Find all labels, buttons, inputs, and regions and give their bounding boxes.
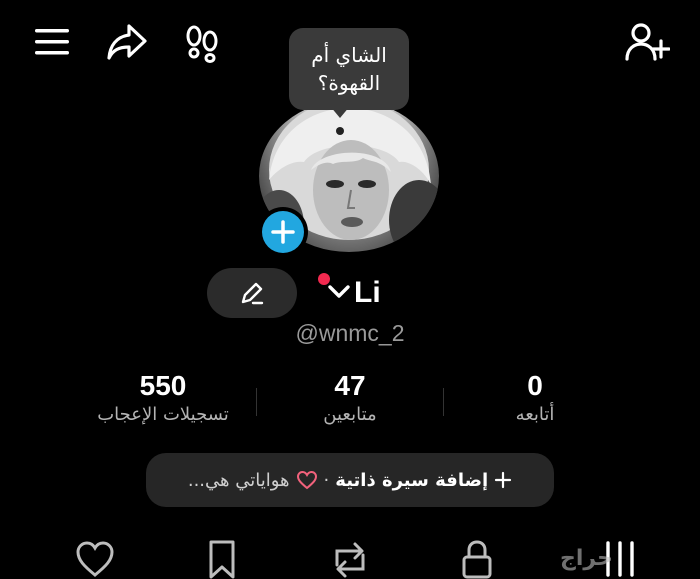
footprints-icon — [186, 25, 218, 63]
stats-divider — [256, 388, 257, 416]
username-text: @wnmc_2 — [295, 320, 405, 346]
share-icon — [107, 24, 147, 60]
add-bio-button[interactable]: إضافة سيرة ذاتية · هواياتي هي... — [146, 453, 554, 507]
stat-following-label: أتابعه — [515, 404, 555, 425]
stat-likes-label: تسجيلات الإعجاب — [97, 404, 229, 425]
share-button[interactable] — [103, 20, 151, 64]
add-bio-label: إضافة سيرة ذاتية — [335, 469, 489, 491]
bio-hobbies-text: هواياتي هي... — [187, 469, 290, 491]
menu-button[interactable] — [30, 22, 74, 62]
stat-following-value: 0 — [527, 370, 543, 401]
watermark: حراج — [560, 546, 613, 571]
tab-reposts[interactable] — [326, 538, 374, 579]
stat-likes-value: 550 — [139, 370, 187, 401]
bookmark-icon — [209, 540, 235, 578]
stat-followers[interactable]: 47 متابعين — [280, 370, 420, 425]
heart-icon — [76, 540, 114, 577]
tab-private[interactable] — [455, 538, 499, 579]
stat-likes[interactable]: 550 تسجيلات الإعجاب — [78, 370, 248, 425]
status-bubble-tail — [330, 106, 350, 118]
status-bubble-dot — [336, 127, 344, 135]
edit-profile-button[interactable] — [207, 268, 297, 318]
repost-icon — [335, 542, 365, 577]
plus-icon — [271, 220, 295, 244]
add-friend-button[interactable] — [623, 20, 671, 64]
chevron-down-icon — [328, 285, 350, 298]
profile-name[interactable]: Li — [354, 276, 381, 310]
plus-icon — [495, 471, 512, 489]
pencil-icon — [241, 282, 264, 305]
account-switcher-button[interactable] — [327, 283, 351, 301]
stat-followers-label: متابعين — [323, 404, 377, 425]
username: @wnmc_2 — [0, 320, 700, 347]
tab-liked[interactable] — [72, 538, 118, 579]
heart-icon — [296, 470, 317, 490]
bio-separator: · — [323, 469, 330, 491]
add-user-icon — [625, 23, 670, 61]
lock-icon — [462, 539, 492, 578]
add-story-button[interactable] — [258, 207, 308, 257]
tab-saved[interactable] — [200, 538, 244, 579]
stat-following[interactable]: 0 أتابعه — [480, 370, 590, 425]
stats-divider — [443, 388, 444, 416]
footprints-button[interactable] — [180, 22, 224, 64]
status-bubble[interactable]: الشاي أم القهوة؟ — [289, 28, 409, 110]
stat-followers-value: 47 — [334, 370, 366, 401]
menu-icon — [35, 29, 69, 55]
